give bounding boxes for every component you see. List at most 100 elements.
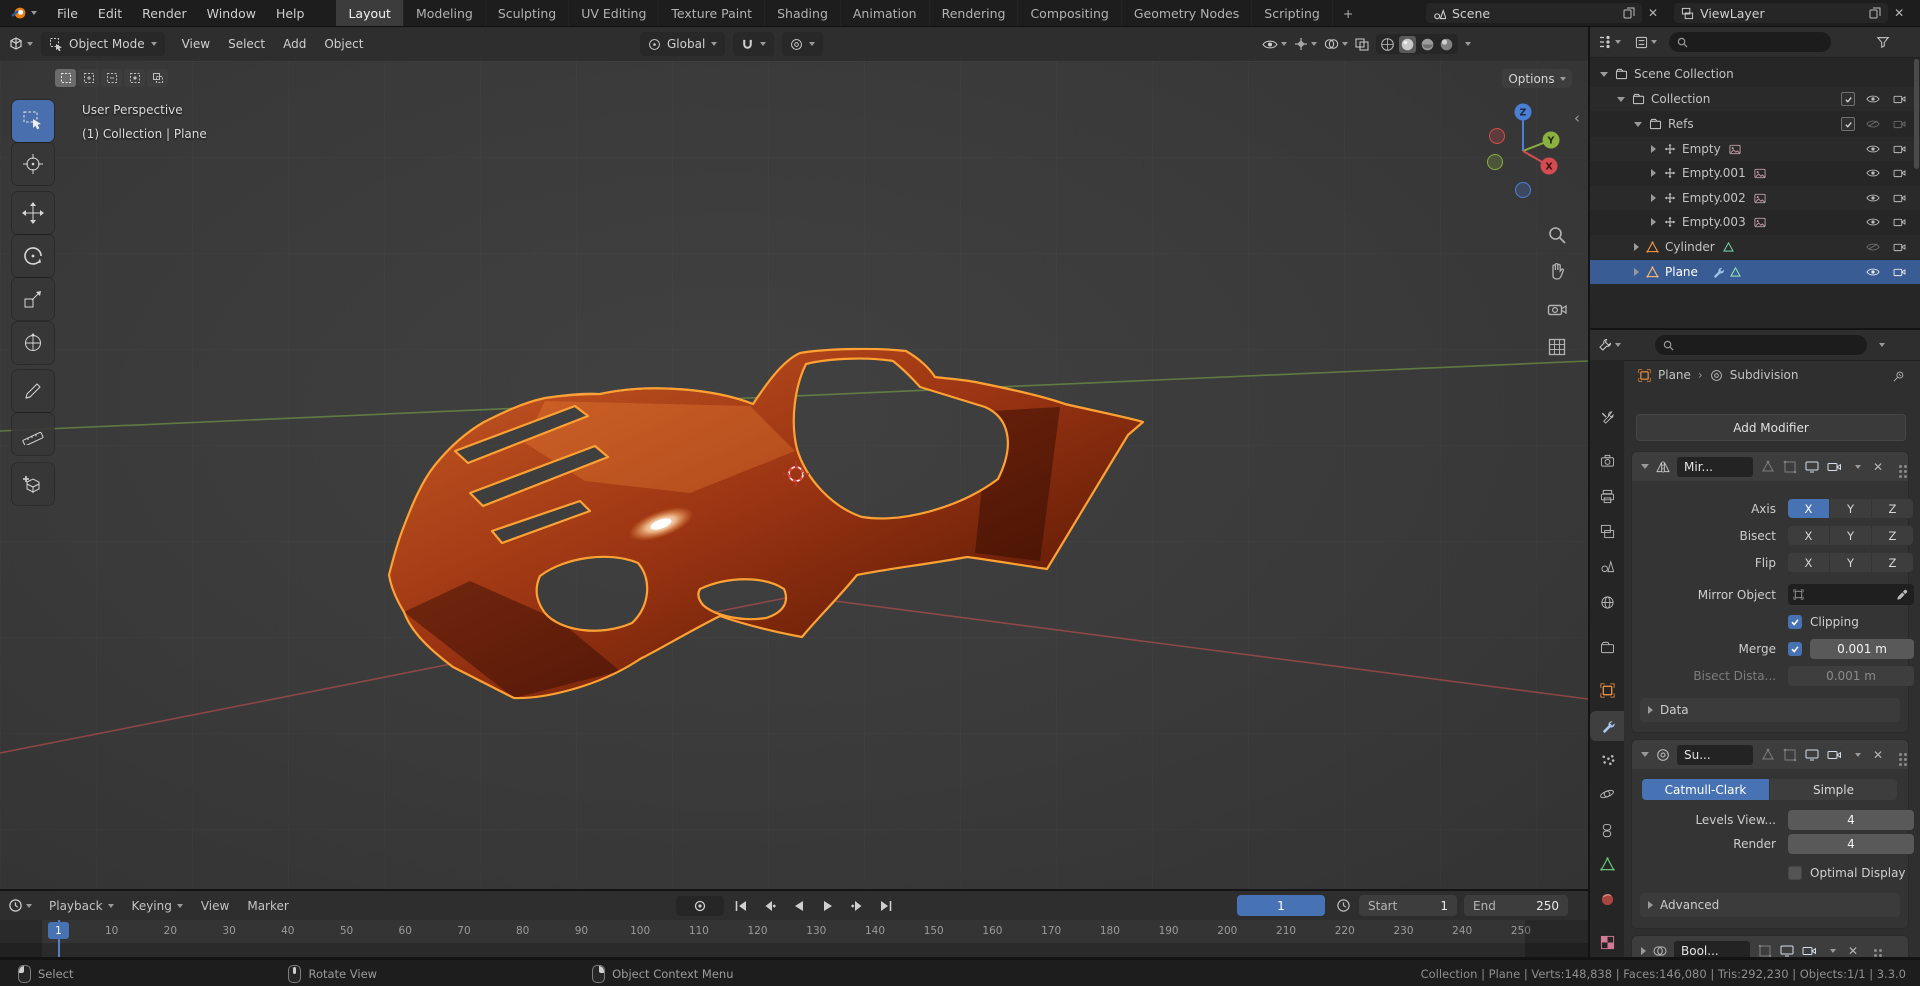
- mode-dropdown[interactable]: Object Mode: [41, 32, 165, 56]
- remove-viewlayer-button[interactable]: ✕: [1894, 7, 1904, 19]
- properties-filter-button[interactable]: [1879, 343, 1885, 347]
- edit-mode-toggle-icon[interactable]: [1783, 460, 1797, 474]
- outliner-row-empty-001[interactable]: Empty.001: [1590, 161, 1920, 185]
- outliner-row-refs[interactable]: Refs: [1590, 112, 1920, 136]
- shading-wireframe-button[interactable]: [1380, 37, 1395, 52]
- select-mode-new-button[interactable]: [55, 69, 76, 87]
- bisect-x-button[interactable]: X: [1788, 526, 1829, 545]
- tool-rotate[interactable]: [12, 235, 54, 277]
- snap-toggle[interactable]: [733, 32, 774, 56]
- workspace-tab[interactable]: Geometry Nodes: [1122, 0, 1252, 26]
- workspace-tab[interactable]: Scripting: [1252, 0, 1333, 26]
- viewport-menu-item[interactable]: Object: [315, 37, 372, 51]
- disclosure-icon[interactable]: [1651, 218, 1656, 226]
- app-menu-item[interactable]: File: [47, 0, 88, 26]
- workspace-tab[interactable]: Compositing: [1018, 0, 1121, 26]
- tab-object-data[interactable]: [1590, 849, 1624, 879]
- hide-eye-icon[interactable]: [1865, 141, 1881, 157]
- hide-eye-icon[interactable]: [1865, 165, 1881, 181]
- workspace-tab[interactable]: Modeling: [404, 0, 486, 26]
- on-cage-toggle-icon[interactable]: [1761, 748, 1775, 762]
- toggle-ortho-button[interactable]: [1543, 333, 1570, 360]
- tool-cursor[interactable]: [12, 143, 54, 185]
- workspace-tab[interactable]: Texture Paint: [659, 0, 765, 26]
- modifier-name-field[interactable]: Bool...: [1674, 941, 1750, 958]
- outliner-editor-type-button[interactable]: [1590, 35, 1629, 49]
- workspace-tab[interactable]: Animation: [841, 0, 930, 26]
- tool-move[interactable]: [12, 192, 54, 234]
- disclosure-icon[interactable]: [1600, 72, 1608, 77]
- tab-world[interactable]: [1590, 587, 1624, 617]
- jump-to-end-button[interactable]: [873, 895, 898, 917]
- hide-eye-icon[interactable]: [1865, 239, 1881, 255]
- tab-texture[interactable]: [1590, 927, 1624, 957]
- app-menu-item[interactable]: Edit: [88, 0, 132, 26]
- disable-render-icon[interactable]: [1891, 214, 1907, 230]
- disable-render-icon[interactable]: [1891, 91, 1907, 107]
- next-keyframe-button[interactable]: [844, 895, 869, 917]
- sidebar-toggle-arrow[interactable]: ‹: [1574, 109, 1580, 127]
- outliner-row-empty-002[interactable]: Empty.002: [1590, 186, 1920, 210]
- clipping-checkbox[interactable]: [1788, 615, 1802, 629]
- remove-modifier-button[interactable]: ✕: [1848, 945, 1858, 957]
- catmull-clark-button[interactable]: Catmull-Clark: [1642, 779, 1769, 800]
- tab-output[interactable]: [1590, 481, 1624, 511]
- outliner-row-empty[interactable]: Empty: [1590, 137, 1920, 161]
- visibility-dropdown[interactable]: [1262, 39, 1287, 50]
- mirror-panel-header[interactable]: Mir... ✕: [1632, 452, 1908, 481]
- gizmo-neg-z-axis[interactable]: [1516, 183, 1531, 198]
- bisect-y-button[interactable]: Y: [1830, 526, 1871, 545]
- select-mode-extend-button[interactable]: [78, 69, 99, 87]
- realtime-toggle-icon[interactable]: [1805, 749, 1819, 761]
- shading-rendered-button[interactable]: [1439, 37, 1454, 52]
- camera-view-button[interactable]: [1543, 295, 1570, 322]
- outliner-search-input[interactable]: [1669, 32, 1831, 52]
- tool-annotate[interactable]: [12, 370, 54, 412]
- realtime-toggle-icon[interactable]: [1805, 461, 1819, 473]
- prev-keyframe-button[interactable]: [757, 895, 782, 917]
- play-button[interactable]: [815, 895, 840, 917]
- hide-eye-icon[interactable]: [1865, 91, 1881, 107]
- auto-keying-button[interactable]: [676, 896, 724, 916]
- car-model[interactable]: [389, 349, 1143, 698]
- tab-view-layer[interactable]: [1590, 516, 1624, 546]
- editor-type-button[interactable]: [0, 36, 41, 52]
- bisect-distance-field[interactable]: 0.001 m: [1788, 666, 1914, 686]
- exclude-checkbox[interactable]: [1840, 116, 1856, 132]
- tab-modifiers[interactable]: [1590, 711, 1624, 741]
- outliner-scrollbar[interactable]: [1914, 59, 1919, 169]
- outliner-item-label[interactable]: Cylinder: [1665, 240, 1715, 254]
- blender-menu-button[interactable]: [0, 0, 47, 26]
- jump-to-start-button[interactable]: [728, 895, 753, 917]
- timeline-track[interactable]: [0, 943, 1588, 957]
- outliner-item-label[interactable]: Refs: [1668, 117, 1694, 131]
- app-menu-item[interactable]: Window: [197, 0, 266, 26]
- playhead-frame-badge[interactable]: 1: [48, 922, 69, 939]
- eyedropper-button[interactable]: [1890, 584, 1914, 605]
- timeline-editor-type-button[interactable]: [0, 898, 40, 913]
- disclosure-icon[interactable]: [1617, 97, 1625, 102]
- select-mode-subtract-button[interactable]: [101, 69, 122, 87]
- app-menu-item[interactable]: Help: [266, 0, 315, 26]
- timeline-ruler[interactable]: 1020304050607080901001101201301401501601…: [0, 920, 1588, 943]
- disclosure-icon[interactable]: [1651, 169, 1656, 177]
- tool-transform[interactable]: [12, 322, 54, 364]
- boolean-panel-header[interactable]: Bool... ✕: [1632, 936, 1908, 957]
- modifier-extras-icon[interactable]: [1830, 949, 1836, 953]
- outliner-item-label[interactable]: Scene Collection: [1634, 67, 1734, 81]
- tab-particles[interactable]: [1590, 745, 1624, 775]
- data-subpanel-header[interactable]: Data: [1640, 698, 1900, 722]
- viewport-menu-item[interactable]: View: [173, 37, 219, 51]
- outliner-row-empty-003[interactable]: Empty.003: [1590, 210, 1920, 234]
- tab-tool[interactable]: [1590, 402, 1624, 432]
- drag-handle-icon[interactable]: [1899, 753, 1902, 756]
- outliner-item-label[interactable]: Plane: [1665, 265, 1698, 279]
- select-mode-intersect-button[interactable]: [147, 69, 168, 87]
- merge-threshold-field[interactable]: 0.001 m: [1810, 639, 1914, 659]
- pan-view-button[interactable]: [1543, 257, 1570, 284]
- timeline-view-menu[interactable]: View: [192, 899, 238, 913]
- expand-icon[interactable]: [1641, 752, 1649, 757]
- disclosure-icon[interactable]: [1651, 194, 1656, 202]
- drag-handle-icon[interactable]: [1874, 949, 1877, 952]
- workspace-tab[interactable]: UV Editing: [569, 0, 659, 26]
